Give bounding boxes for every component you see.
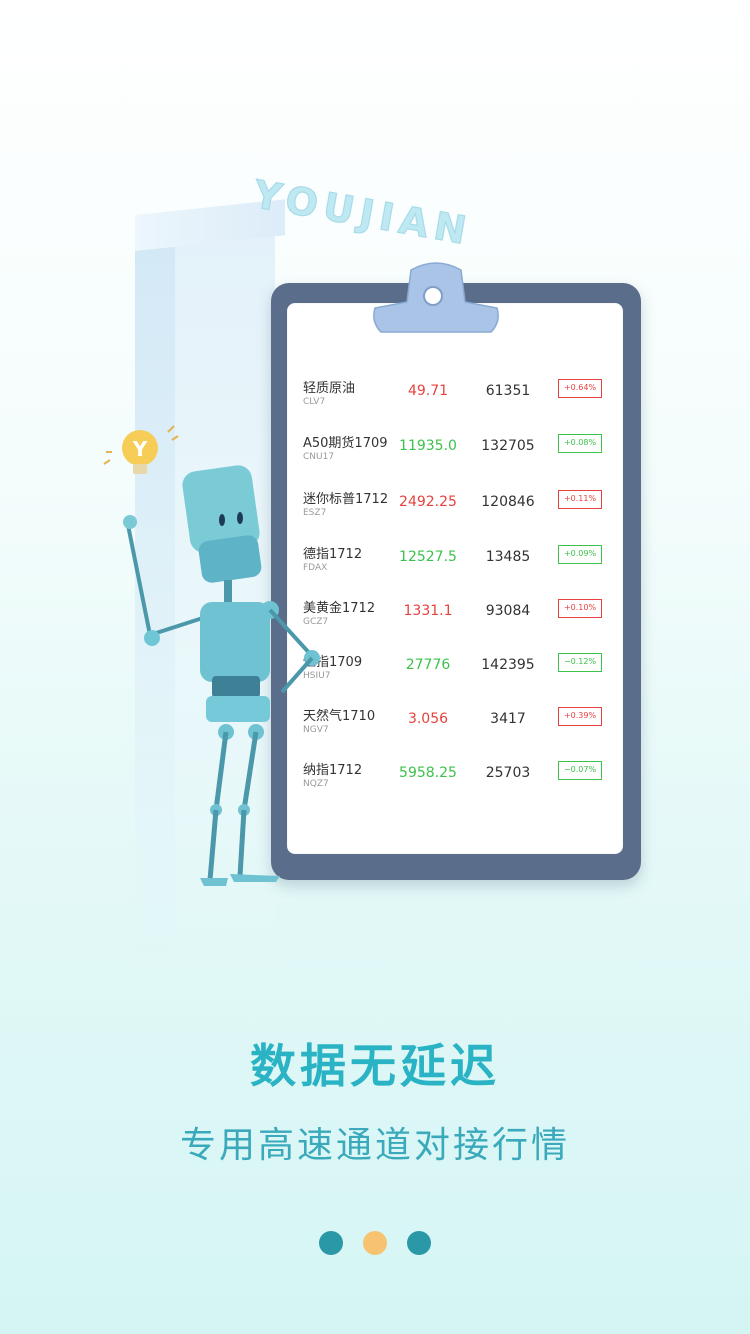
quote-price: 3.056 [407,711,449,727]
page-dot[interactable] [319,1231,343,1255]
quote-change-badge: +0.64% [558,379,602,398]
quote-price: 49.71 [407,383,449,399]
page-indicator [0,1231,750,1255]
quote-price: 5958.25 [399,765,457,781]
quote-change-badge: +0.09% [558,545,602,564]
page-dot[interactable] [407,1231,431,1255]
brand-logo-text: YOUJIAN [250,171,476,254]
feature-subheadline: 专用高速通道对接行情 [179,1125,570,1166]
quote-volume: 93084 [485,603,531,619]
quote-change-badge: +0.08% [558,434,602,453]
quote-price: 12527.5 [399,549,457,565]
quote-code: CLV7 [303,397,326,407]
quote-volume: 61351 [485,383,531,399]
quote-change-badge: −0.12% [558,653,602,672]
quote-price: 2492.25 [399,494,457,510]
quote-price: 1331.1 [403,603,453,619]
quote-volume: 3417 [490,711,526,727]
quote-volume: 120846 [481,494,535,510]
svg-text:Y: Y [132,437,148,461]
quote-name: 轻质原油 [303,381,356,396]
quote-change-badge: −0.07% [558,761,602,780]
robot-mascot-illustration: Y [103,425,320,886]
quote-price: 11935.0 [399,438,457,454]
lightbulb-icon: Y [103,425,179,474]
clipboard-clip-icon [373,262,499,333]
feature-headline: 数据无延迟 [250,1039,500,1093]
quote-price: 27776 [405,657,451,673]
page-dot-active[interactable] [363,1231,387,1255]
quote-change-badge: +0.39% [558,707,602,726]
quote-volume: 25703 [485,765,531,781]
quote-volume: 142395 [481,657,535,673]
quote-volume: 13485 [485,549,531,565]
quote-volume: 132705 [481,438,535,454]
quote-change-badge: +0.11% [558,490,602,509]
quote-change-badge: +0.10% [558,599,602,618]
